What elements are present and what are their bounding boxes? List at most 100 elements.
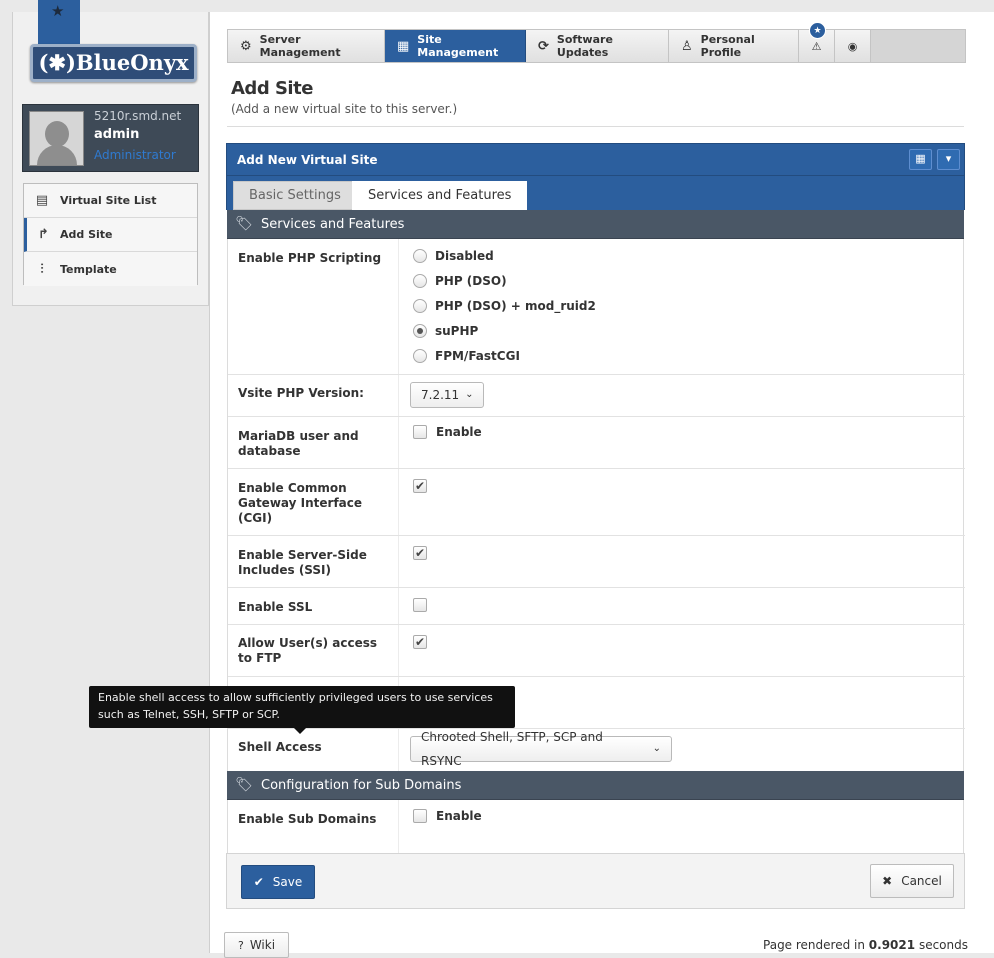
sliders-icon: ⫶ (40, 261, 44, 277)
render-value: 0.9021 (868, 938, 916, 952)
help-button[interactable]: ◉ (835, 30, 871, 62)
field-label: Allow User(s) access to FTP (238, 636, 378, 665)
checkbox-ftp[interactable]: ✔ (413, 635, 436, 649)
field-label: Enable Server-Side Includes (SSI) (238, 548, 367, 577)
lifebuoy-icon: ◉ (847, 39, 858, 53)
side-menu: ▤ Virtual Site List ↱ Add Site ⫶ Templat… (23, 183, 198, 286)
chevron-down-icon: ⌄ (465, 389, 474, 400)
panel-title: Add New Virtual Site (237, 153, 378, 167)
checkbox-cgi[interactable]: ✔ (413, 479, 436, 493)
user-icon: ♙ (681, 38, 693, 54)
panel-tabs: Basic Settings Services and Features (226, 176, 965, 210)
blueonyx-logo[interactable]: (✱)BlueOnyx (30, 44, 197, 82)
radio-suphp[interactable]: suPHP (413, 324, 478, 338)
cancel-button[interactable]: ✖ Cancel (870, 864, 954, 898)
render-suffix: seconds (918, 938, 968, 952)
wiki-button[interactable]: ? Wiki (224, 932, 289, 958)
subdomains-form: Enable Sub Domains Enable (227, 800, 964, 853)
field-label: Enable PHP Scripting (238, 251, 382, 265)
button-label: Cancel (901, 874, 942, 888)
user-host: 5210r.smd.net (94, 109, 182, 123)
star-badge-icon: ★ (809, 22, 826, 39)
radio-fpm-fastcgi[interactable]: FPM/FastCGI (413, 349, 520, 363)
row-php-version: Vsite PHP Version: 7.2.11 ⌄ (228, 375, 965, 417)
php-version-select[interactable]: 7.2.11 ⌄ (410, 382, 484, 408)
tags-icon: 🏷 (235, 777, 253, 793)
section-services: 🏷 Services and Features (227, 210, 964, 239)
field-label: Enable SSL (238, 600, 313, 614)
tab-label: Server Management (259, 33, 341, 59)
button-label: Save (272, 875, 303, 889)
tab-site-management[interactable]: ▦ Site Management (385, 30, 526, 62)
section-title: Services and Features (261, 216, 405, 232)
select-value: 7.2.11 (421, 388, 460, 402)
section-subdomains: 🏷 Configuration for Sub Domains (227, 771, 964, 800)
grid-icon: ▦ (397, 38, 410, 54)
sidebar-item-template[interactable]: ⫶ Template (24, 252, 197, 286)
tab-label: Site Management (417, 33, 499, 59)
render-prefix: Page rendered in (763, 938, 865, 952)
panel-header: Add New Virtual Site ▦ ▾ (226, 143, 965, 176)
logo-ribbon: ★ (38, 0, 80, 56)
form-actions: ✔ Save ✖ Cancel (226, 853, 965, 909)
row-ftp: Allow User(s) access to FTP ✔ (228, 625, 965, 677)
radio-php-disabled[interactable]: Disabled (413, 249, 494, 263)
close-icon: ✖ (882, 874, 893, 888)
shell-access-select[interactable]: Chrooted Shell, SFTP, SCP and RSYNC ⌄ (410, 730, 672, 768)
star-icon: ★ (51, 2, 65, 20)
share-arrow-icon: ↱ (38, 227, 49, 242)
button-label: Wiki (249, 938, 276, 952)
grid-view-icon[interactable]: ▦ (909, 149, 932, 170)
field-label: Shell Access (238, 740, 322, 754)
chevron-down-icon: ⌄ (652, 743, 661, 754)
tab-server-management[interactable]: ⚙ Server Management (228, 30, 385, 62)
tab-personal-profile[interactable]: ♙ Personal Profile (669, 30, 799, 62)
divider (227, 126, 964, 127)
tags-icon: 🏷 (235, 216, 253, 232)
user-info-box: 5210r.smd.net admin Administrator (22, 104, 199, 172)
sidebar-item-virtual-site-list[interactable]: ▤ Virtual Site List (24, 184, 197, 218)
radio-php-dso[interactable]: PHP (DSO) (413, 274, 507, 288)
row-cgi: Enable Common Gateway Interface (CGI) ✔ (228, 469, 965, 536)
chevron-down-icon[interactable]: ▾ (937, 149, 960, 170)
field-label: Vsite PHP Version: (238, 386, 364, 400)
sidebar-item-add-site[interactable]: ↱ Add Site (24, 218, 197, 252)
page-subtitle: (Add a new virtual site to this server.) (231, 102, 458, 116)
sidebar-item-label: Add Site (60, 228, 113, 241)
avatar (29, 111, 84, 166)
list-icon: ▤ (35, 193, 49, 208)
tab-label: Personal Profile (700, 33, 755, 59)
question-icon: ? (237, 938, 244, 952)
warning-icon: ⚠ (811, 39, 822, 53)
select-value: Chrooted Shell, SFTP, SCP and RSYNC (421, 730, 603, 768)
sidebar-item-label: Template (60, 262, 117, 276)
user-name: admin (94, 127, 140, 142)
tab-label: Software Updates (556, 33, 613, 59)
row-shell: Shell Access Chrooted Shell, SFTP, SCP a… (228, 729, 965, 771)
field-label: Enable Common Gateway Interface (CGI) (238, 481, 363, 525)
user-role[interactable]: Administrator (94, 148, 176, 162)
radio-php-dso-ruid2[interactable]: PHP (DSO) + mod_ruid2 (413, 299, 596, 313)
row-subdomains: Enable Sub Domains Enable (228, 800, 965, 853)
tab-software-updates[interactable]: ⟳ Software Updates (526, 30, 669, 62)
tab-basic-settings[interactable]: Basic Settings (233, 181, 357, 210)
nav-spacer (871, 30, 965, 62)
sidebar-item-label: Virtual Site List (60, 194, 157, 207)
checkbox-subdomains[interactable]: Enable (413, 809, 482, 823)
checkbox-ssl[interactable] (413, 598, 436, 612)
checkbox-mariadb[interactable]: Enable (413, 425, 482, 439)
field-label: MariaDB user and database (238, 429, 359, 458)
tab-services-features[interactable]: Services and Features (352, 181, 528, 210)
render-time: Page rendered in 0.9021 seconds (763, 938, 968, 952)
alerts-button[interactable]: ★ ⚠ (799, 22, 835, 62)
save-button[interactable]: ✔ Save (241, 865, 315, 899)
section-title: Configuration for Sub Domains (261, 777, 462, 793)
page-title: Add Site (231, 78, 313, 99)
checkbox-ssi[interactable]: ✔ (413, 546, 436, 560)
gear-icon: ⚙ (240, 38, 252, 54)
refresh-icon: ⟳ (538, 38, 549, 54)
row-mariadb: MariaDB user and database Enable (228, 417, 965, 469)
check-icon: ✔ (253, 875, 264, 889)
row-ssl: Enable SSL (228, 588, 965, 625)
shell-tooltip: Enable shell access to allow sufficientl… (89, 686, 515, 734)
